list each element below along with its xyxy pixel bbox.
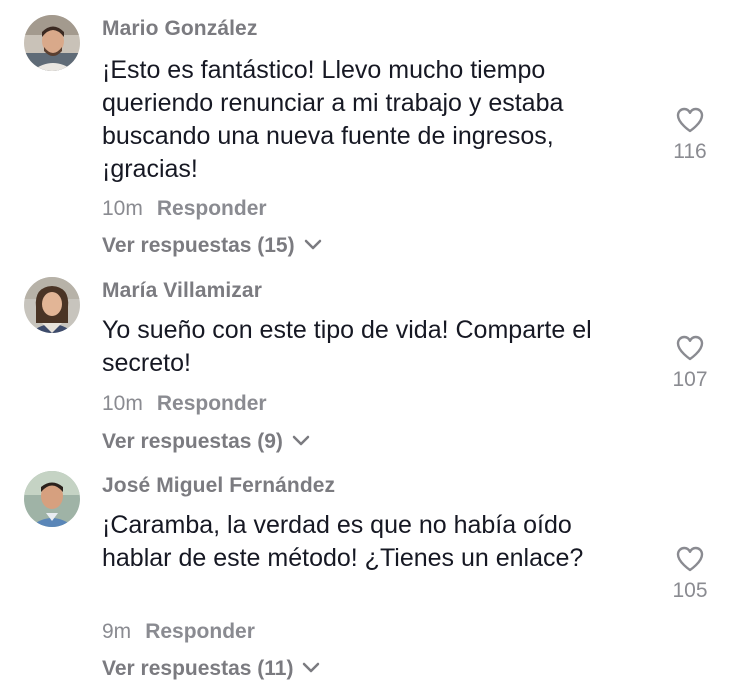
view-replies-label: Ver respuestas (9) (102, 430, 283, 453)
user-avatar-icon (24, 277, 80, 333)
user-avatar-icon (24, 15, 80, 71)
comment-text: ¡Esto es fantástico! Llevo mucho tiempo … (102, 56, 564, 183)
comment-meta: 10m Responder (102, 392, 267, 416)
comment-username[interactable]: José Miguel Fernández (102, 474, 335, 498)
view-replies-button[interactable]: Ver respuestas (15) (102, 234, 323, 258)
like-button[interactable]: 105 (666, 545, 714, 603)
avatar[interactable] (24, 15, 80, 71)
like-count: 105 (672, 579, 708, 602)
comment-username[interactable]: Mario González (102, 17, 257, 41)
like-button[interactable]: 107 (666, 334, 714, 392)
view-replies-button[interactable]: Ver respuestas (11) (102, 657, 321, 681)
reply-button[interactable]: Responder (157, 197, 267, 220)
comment-time: 10m (102, 392, 143, 415)
comment-username[interactable]: María Villamizar (102, 279, 262, 303)
comment-text: Yo sueño con este tipo de vida! Comparte… (102, 316, 592, 377)
view-replies-button[interactable]: Ver respuestas (9) (102, 430, 311, 454)
reply-button[interactable]: Responder (145, 620, 255, 643)
comment-meta: 9m Responder (102, 620, 255, 644)
reply-button[interactable]: Responder (157, 392, 267, 415)
chevron-down-icon (303, 234, 323, 258)
view-replies-label: Ver respuestas (15) (102, 234, 295, 257)
avatar[interactable] (24, 471, 80, 527)
avatar[interactable] (24, 277, 80, 333)
comment-text: ¡Caramba, la verdad es que no había oído… (102, 511, 584, 572)
comment-time: 9m (102, 620, 132, 643)
like-count: 107 (672, 368, 708, 391)
like-count: 116 (673, 140, 707, 163)
heart-icon (676, 335, 704, 361)
heart-icon (676, 546, 704, 572)
view-replies-label: Ver respuestas (11) (102, 657, 294, 680)
user-avatar-icon (24, 471, 80, 527)
chevron-down-icon (291, 430, 311, 454)
chevron-down-icon (301, 657, 321, 681)
comment-time: 10m (102, 197, 143, 220)
comment-meta: 10m Responder (102, 197, 267, 221)
heart-icon (676, 107, 704, 133)
like-button[interactable]: 116 (666, 106, 714, 164)
